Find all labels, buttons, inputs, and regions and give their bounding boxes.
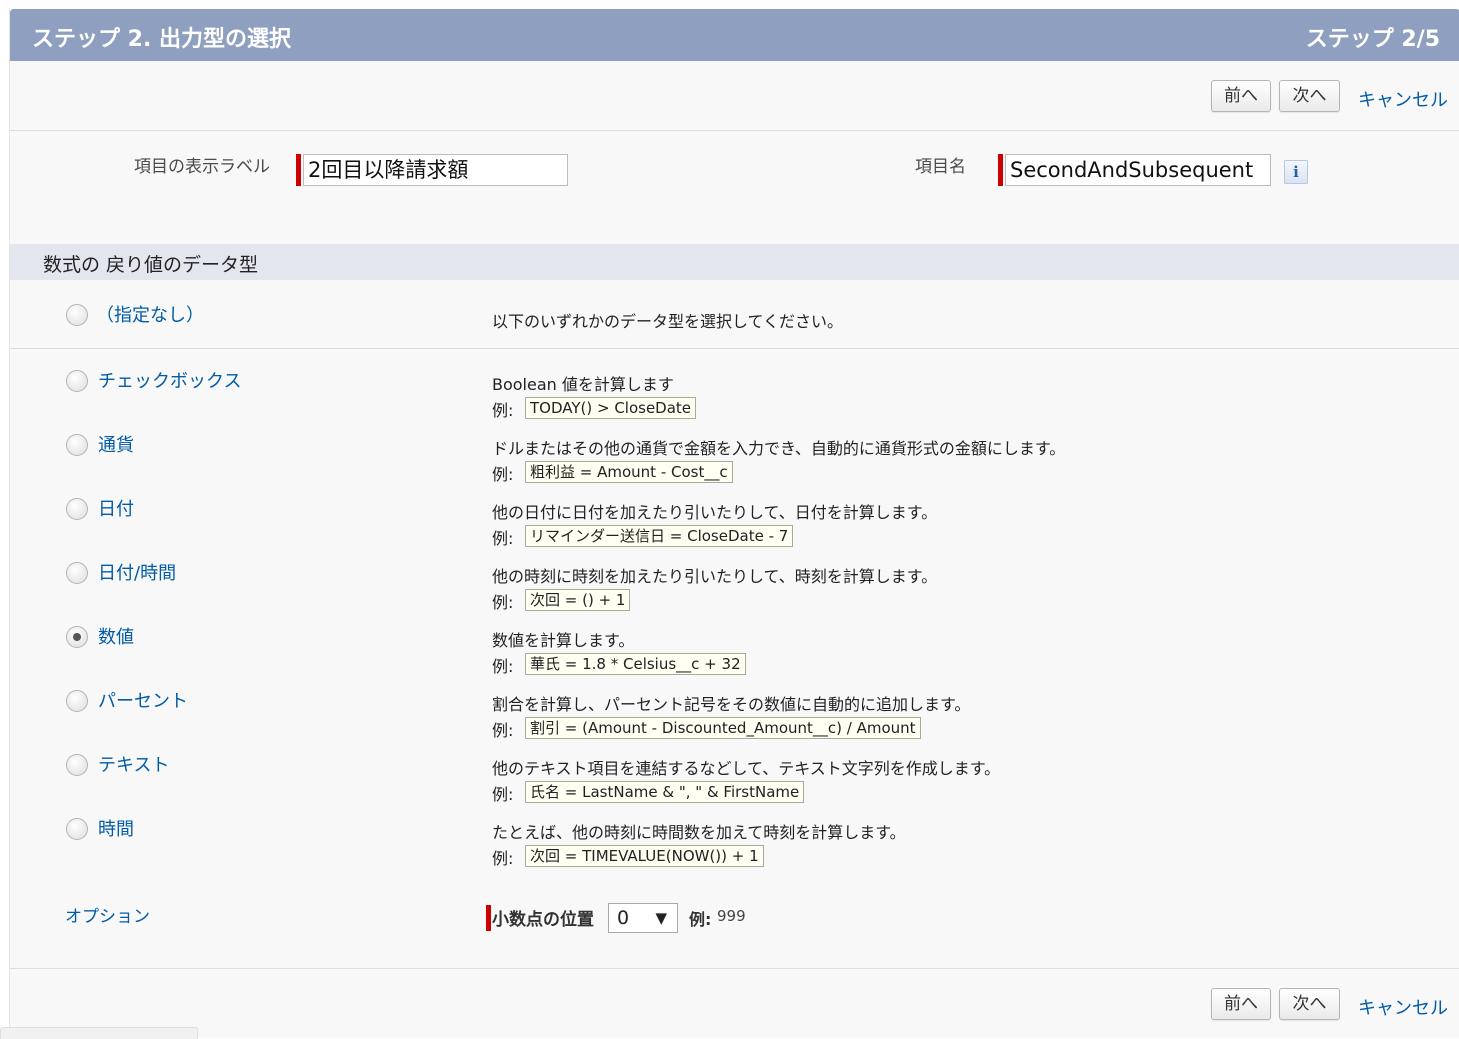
chevron-down-icon: ▼	[655, 909, 667, 927]
required-indicator	[486, 905, 491, 931]
radio-none[interactable]	[66, 304, 88, 326]
example-formula: リマインダー送信日 = CloseDate - 7	[525, 525, 794, 547]
prev-button-top[interactable]: 前へ	[1211, 80, 1271, 112]
next-button-top[interactable]: 次へ	[1279, 80, 1340, 112]
cancel-link-bottom[interactable]: キャンセル	[1358, 994, 1448, 1020]
example-prefix: 例:	[492, 785, 514, 804]
field-name-caption: 項目名	[915, 157, 966, 177]
radio-button[interactable]	[66, 818, 88, 840]
divider	[10, 968, 1459, 969]
page-title: ステップ 2. 出力型の選択	[32, 27, 291, 52]
type-label[interactable]: パーセント	[98, 687, 188, 713]
step-indicator: ステップ 2/5	[1305, 27, 1440, 52]
decimal-places-label: 小数点の位置	[492, 910, 594, 930]
section-header: 数式の 戻り値のデータ型	[10, 244, 1459, 280]
type-description: ドルまたはその他の通貨で金額を入力でき、自動的に通貨形式の金額にします。	[492, 439, 1066, 458]
bottom-tab	[0, 1027, 198, 1039]
radio-button[interactable]	[66, 370, 88, 392]
none-description: 以下のいずれかのデータ型を選択してください。	[492, 312, 844, 331]
prev-button-bottom[interactable]: 前へ	[1211, 988, 1271, 1020]
example-formula: 氏名 = LastName & ", " & FirstName	[525, 781, 805, 803]
example-prefix: 例:	[492, 529, 514, 548]
example-formula: 華氏 = 1.8 * Celsius__c + 32	[525, 653, 746, 675]
decimal-places-select[interactable]: 0 ▼	[608, 903, 678, 933]
wizard-title-bar: ステップ 2. 出力型の選択 ステップ 2/5	[10, 9, 1459, 61]
type-label[interactable]: チェックボックス	[98, 367, 241, 393]
type-description: 他の時刻に時刻を加えたり引いたりして、時刻を計算します。	[492, 567, 938, 586]
required-indicator	[296, 154, 301, 186]
info-icon[interactable]: i	[1284, 160, 1308, 184]
type-description: 割合を計算し、パーセント記号をその数値に自動的に追加します。	[492, 695, 971, 714]
example-prefix: 例:	[492, 401, 514, 420]
section-title: 数式の 戻り値のデータ型	[43, 254, 259, 276]
radio-button[interactable]	[66, 690, 88, 712]
type-label-none[interactable]: （指定なし）	[96, 301, 204, 327]
field-label-input[interactable]: 2回目以降請求額	[303, 154, 568, 186]
example-formula: 次回 = () + 1	[525, 589, 631, 611]
example-prefix: 例:	[492, 849, 514, 868]
radio-button[interactable]	[66, 626, 88, 648]
divider	[10, 130, 1459, 131]
next-button-bottom[interactable]: 次へ	[1279, 988, 1340, 1020]
required-indicator	[998, 154, 1003, 186]
example-formula: 次回 = TIMEVALUE(NOW()) + 1	[525, 845, 764, 867]
type-label[interactable]: 日付/時間	[98, 559, 176, 585]
decimal-example-label: 例:	[689, 910, 712, 929]
radio-button[interactable]	[66, 498, 88, 520]
field-name-input[interactable]: SecondAndSubsequent	[1005, 154, 1271, 186]
radio-button[interactable]	[66, 434, 88, 456]
type-label[interactable]: 時間	[98, 815, 134, 841]
example-prefix: 例:	[492, 721, 514, 740]
type-description: 数値を計算します。	[492, 631, 635, 650]
type-label[interactable]: テキスト	[98, 751, 169, 777]
cancel-link-top[interactable]: キャンセル	[1358, 86, 1448, 112]
example-formula: 粗利益 = Amount - Cost__c	[525, 461, 733, 483]
wizard-frame: ステップ 2. 出力型の選択 ステップ 2/5 前へ 次へ キャンセル 項目の表…	[9, 9, 1459, 1038]
decimal-places-value: 0	[617, 907, 630, 929]
type-description: たとえば、他の時刻に時間数を加えて時刻を計算します。	[492, 823, 906, 842]
radio-button[interactable]	[66, 562, 88, 584]
type-label[interactable]: 数値	[98, 623, 134, 649]
field-label-caption: 項目の表示ラベル	[134, 157, 270, 177]
type-label[interactable]: 日付	[98, 495, 134, 521]
example-prefix: 例:	[492, 657, 514, 676]
divider	[10, 348, 1459, 349]
type-description: 他のテキスト項目を連結するなどして、テキスト文字列を作成します。	[492, 759, 1001, 778]
options-label[interactable]: オプション	[65, 902, 150, 927]
type-label[interactable]: 通貨	[98, 431, 134, 457]
example-prefix: 例:	[492, 593, 514, 612]
radio-button[interactable]	[66, 754, 88, 776]
example-formula: 割引 = (Amount - Discounted_Amount__c) / A…	[525, 717, 921, 739]
decimal-example-value: 999	[717, 907, 746, 925]
type-description: Boolean 値を計算します	[492, 375, 674, 394]
type-description: 他の日付に日付を加えたり引いたりして、日付を計算します。	[492, 503, 938, 522]
example-formula: TODAY() > CloseDate	[525, 397, 697, 419]
example-prefix: 例:	[492, 465, 514, 484]
